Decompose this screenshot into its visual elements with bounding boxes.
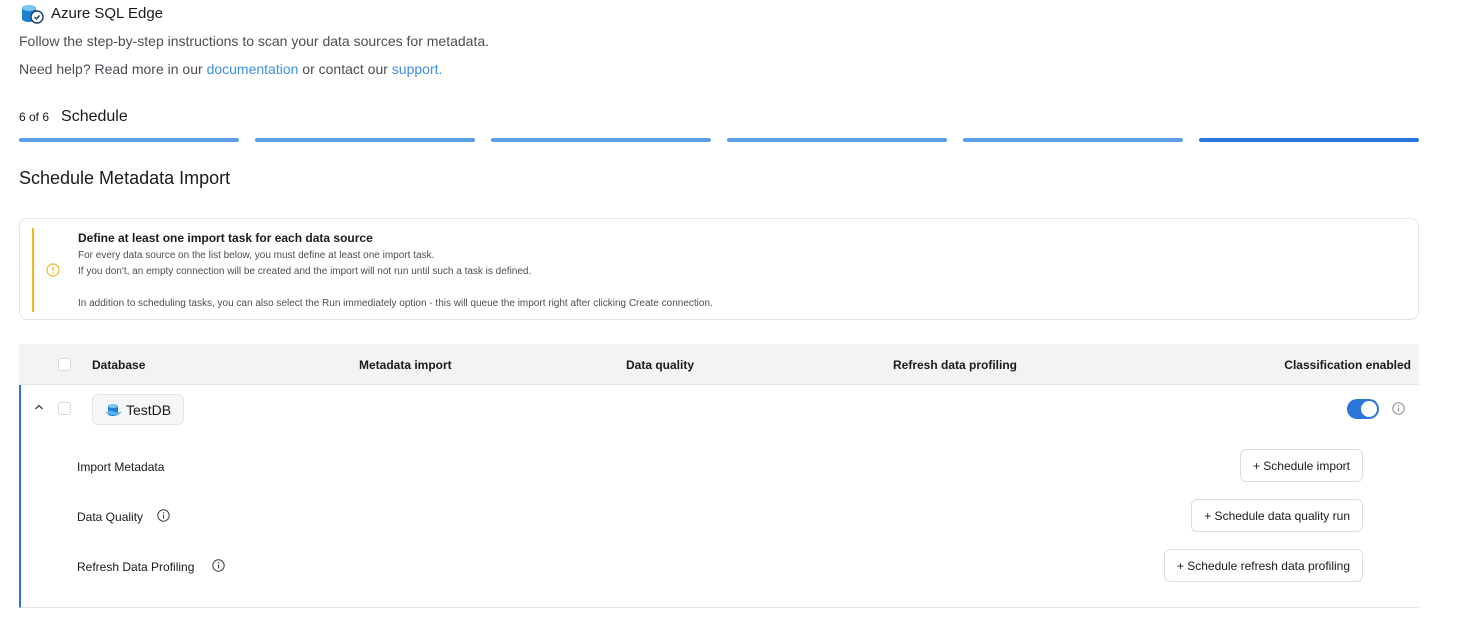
- column-refresh-profiling[interactable]: Refresh data profiling: [893, 358, 1017, 372]
- alert-line-1: For every data source on the list below,…: [78, 250, 435, 261]
- progress-step-4: [727, 138, 947, 142]
- column-data-quality[interactable]: Data quality: [626, 358, 694, 372]
- row-checkbox[interactable]: [58, 402, 71, 415]
- column-metadata-import[interactable]: Metadata import: [359, 358, 452, 372]
- step-name: Schedule: [61, 108, 128, 125]
- documentation-link[interactable]: documentation: [207, 61, 299, 77]
- alert-line-3: In addition to scheduling tasks, you can…: [78, 298, 713, 309]
- task-label-refresh-profiling: Refresh Data Profiling: [77, 560, 194, 574]
- table-row: TestDB Import Metadata + Schedule import…: [19, 385, 1419, 608]
- wizard-step-indicator: 6 of 6 Schedule: [19, 108, 128, 126]
- select-all-checkbox[interactable]: [58, 358, 71, 371]
- classification-toggle[interactable]: [1347, 399, 1379, 419]
- task-label-text: Refresh Data Profiling: [77, 560, 195, 574]
- step-count: 6 of 6: [19, 110, 50, 124]
- task-label-data-quality: Data Quality: [77, 510, 143, 524]
- help-prefix: Need help? Read more in our: [19, 61, 203, 77]
- page-subtitle: Follow the step-by-step instructions to …: [19, 33, 490, 49]
- table-header: Database Metadata import Data quality Re…: [19, 344, 1419, 385]
- progress-step-5: [963, 138, 1183, 142]
- progress-step-2: [255, 138, 475, 142]
- progress-step-1: [19, 138, 239, 142]
- help-text: Need help? Read more in our documentatio…: [19, 61, 442, 77]
- column-classification[interactable]: Classification enabled: [1284, 358, 1411, 372]
- help-middle: or contact our: [302, 61, 388, 77]
- azure-sql-edge-icon: [106, 403, 122, 416]
- azure-sql-edge-icon: [22, 5, 44, 24]
- alert-title: Define at least one import task for each…: [78, 231, 373, 245]
- warning-circle-icon: [46, 263, 60, 277]
- column-database[interactable]: Database: [92, 358, 145, 372]
- header-title-row: Azure SQL Edge: [19, 1, 163, 25]
- schedule-import-button[interactable]: + Schedule import: [1239, 449, 1363, 482]
- chevron-up-icon[interactable]: [33, 401, 45, 413]
- schedule-refresh-profiling-button[interactable]: + Schedule refresh data profiling: [1163, 549, 1363, 582]
- task-label-import-metadata: Import Metadata: [77, 460, 165, 474]
- app-title: Azure SQL Edge: [51, 4, 164, 22]
- info-icon[interactable]: [212, 559, 225, 572]
- schedule-data-quality-button[interactable]: + Schedule data quality run: [1191, 499, 1363, 532]
- wizard-progress: [19, 138, 1419, 142]
- database-chip[interactable]: TestDB: [92, 394, 185, 425]
- progress-step-6: [1199, 138, 1419, 142]
- info-icon[interactable]: [157, 509, 170, 522]
- support-link[interactable]: support.: [392, 61, 443, 77]
- database-name: TestDB: [126, 401, 172, 418]
- info-icon[interactable]: [1392, 402, 1405, 415]
- section-title: Schedule Metadata Import: [19, 168, 231, 188]
- toggle-knob: [1361, 401, 1377, 417]
- task-label-text: Data Quality: [77, 510, 144, 524]
- alert-line-2: If you don't, an empty connection will b…: [78, 266, 532, 277]
- alert-accent-bar: [32, 228, 34, 312]
- warning-alert: Define at least one import task for each…: [19, 218, 1419, 320]
- progress-step-3: [491, 138, 711, 142]
